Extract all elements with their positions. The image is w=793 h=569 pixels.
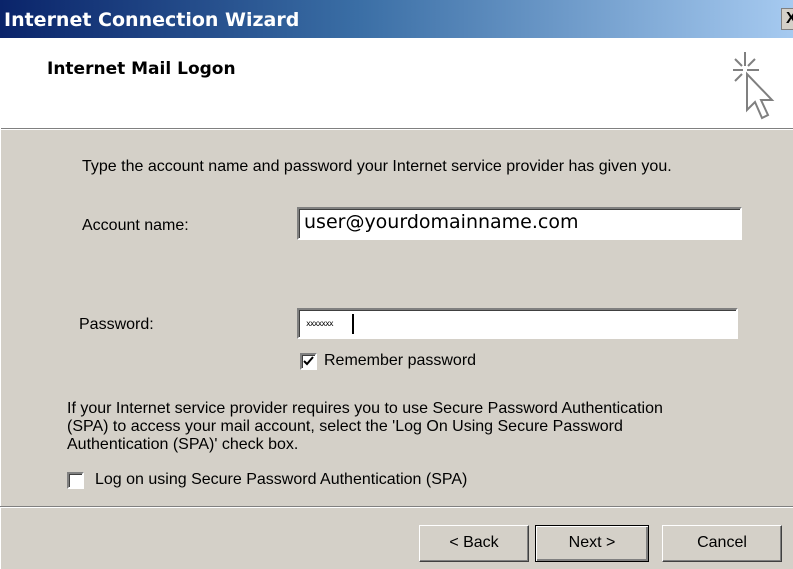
next-button[interactable]: Next > bbox=[535, 525, 649, 562]
check-mark-icon bbox=[303, 356, 314, 366]
wizard-window: Internet Connection Wizard X Internet Ma… bbox=[0, 0, 793, 569]
spa-info-line: (SPA) to access your mail account, selec… bbox=[67, 418, 623, 435]
intro-text: Type the account name and password your … bbox=[82, 158, 672, 175]
password-mask: xxxxxxx bbox=[306, 319, 334, 328]
spa-info-text: If your Internet service provider requir… bbox=[67, 400, 663, 454]
remember-password-label[interactable]: Remember password bbox=[324, 352, 476, 370]
window-title: Internet Connection Wizard bbox=[4, 9, 300, 31]
password-label: Password: bbox=[79, 316, 154, 333]
cancel-button[interactable]: Cancel bbox=[662, 525, 782, 562]
page-title: Internet Mail Logon bbox=[47, 59, 236, 79]
password-input[interactable]: xxxxxxx bbox=[297, 308, 738, 339]
spa-info-line: If your Internet service provider requir… bbox=[67, 400, 663, 417]
text-caret bbox=[352, 314, 354, 334]
spa-checkbox[interactable] bbox=[67, 472, 84, 489]
wizard-header: Internet Mail Logon bbox=[0, 38, 793, 129]
account-name-value: user@yourdomainname.com bbox=[304, 211, 579, 233]
remember-password-checkbox[interactable] bbox=[300, 353, 317, 370]
spa-info-line: Authentication (SPA)' check box. bbox=[67, 436, 299, 453]
wizard-cursor-sparkle-icon bbox=[733, 52, 775, 120]
spa-checkbox-label[interactable]: Log on using Secure Password Authenticat… bbox=[95, 471, 467, 489]
back-button[interactable]: < Back bbox=[419, 525, 529, 562]
dialog-border bbox=[0, 128, 3, 569]
account-name-input[interactable]: user@yourdomainname.com bbox=[297, 207, 742, 240]
title-bar[interactable]: Internet Connection Wizard X bbox=[0, 0, 793, 38]
button-separator bbox=[0, 506, 793, 508]
account-name-label: Account name: bbox=[82, 217, 189, 234]
close-button[interactable]: X bbox=[781, 8, 793, 30]
